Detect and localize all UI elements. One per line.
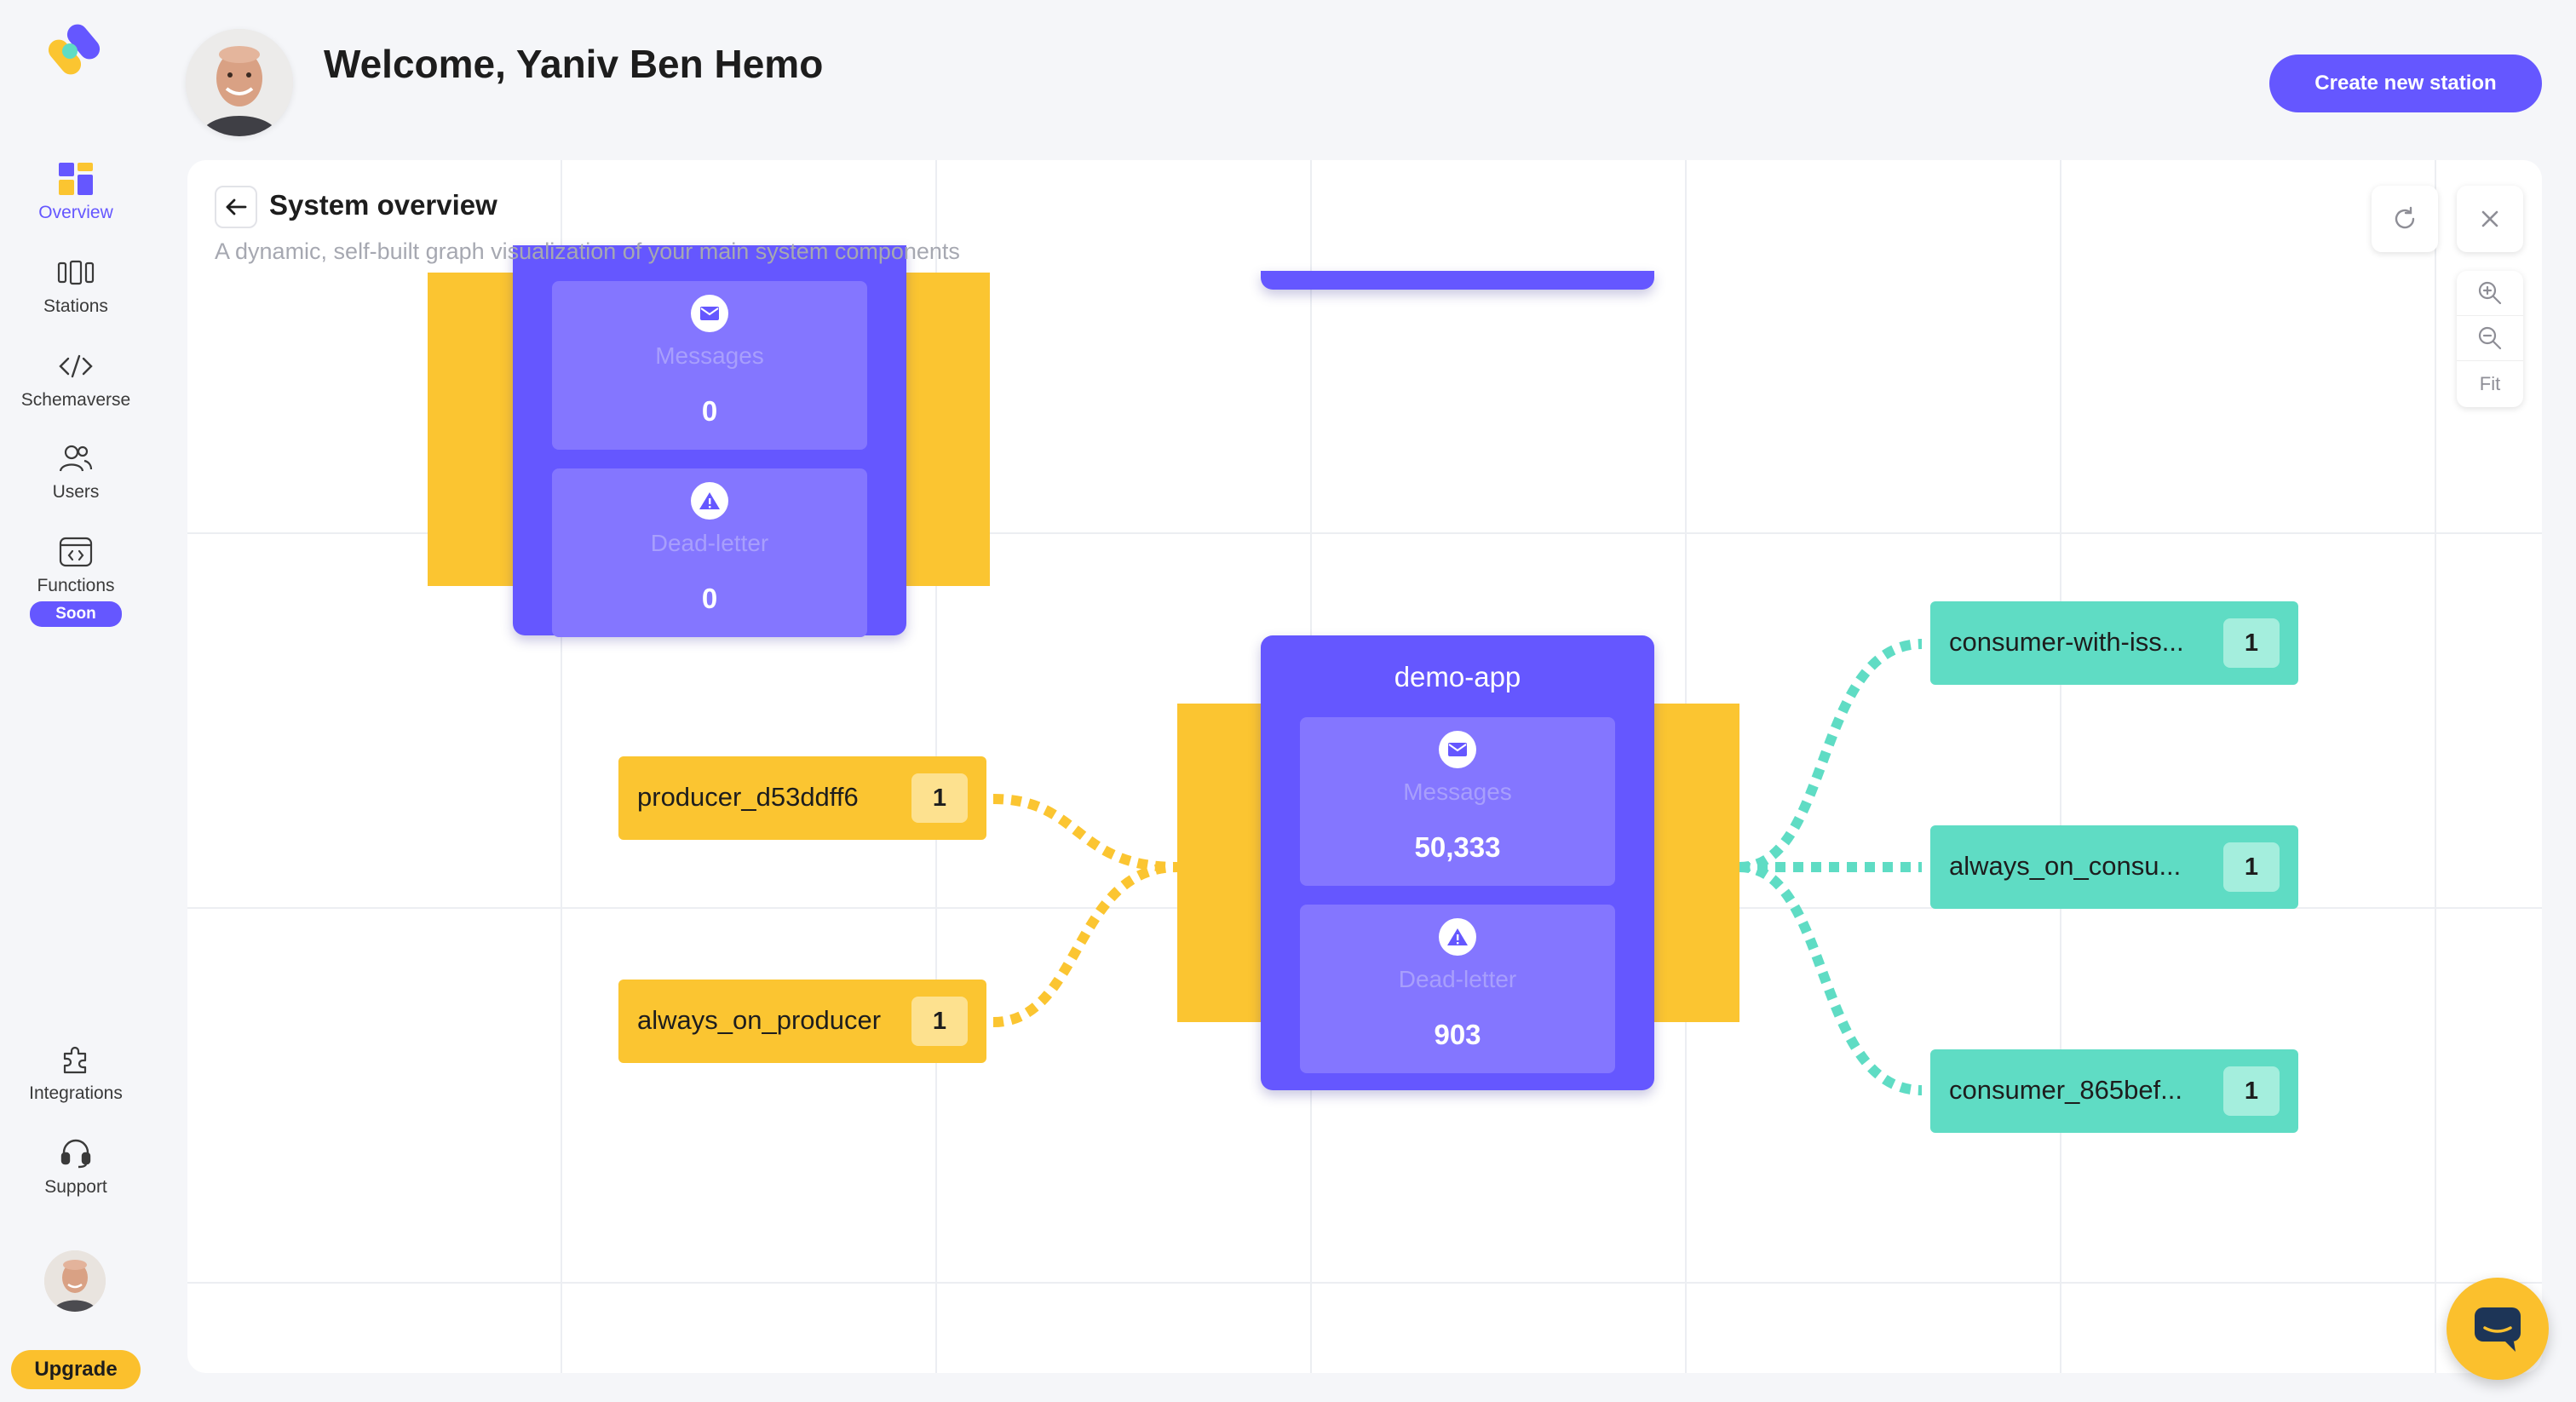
grid-line	[2435, 160, 2436, 1373]
station-node-partial[interactable]	[1261, 271, 1654, 290]
code-icon	[57, 348, 95, 385]
panel-title: System overview	[269, 189, 497, 221]
zoom-in-icon	[2478, 281, 2502, 305]
deadletter-box: Dead-letter 903	[1300, 905, 1615, 1073]
fit-button[interactable]: Fit	[2457, 361, 2523, 406]
envelope-icon	[691, 295, 728, 332]
messages-box: Messages 0	[552, 281, 867, 450]
producer-name: always_on_producer	[637, 1005, 882, 1035]
chat-icon	[2475, 1307, 2521, 1352]
sidebar-item-schemaverse[interactable]: Schemaverse	[0, 348, 152, 411]
producer-name: producer_d53ddff6	[637, 782, 859, 812]
sidebar-item-integrations[interactable]: Integrations	[0, 1041, 152, 1104]
sidebar-item-support[interactable]: Support	[0, 1135, 152, 1198]
deadletter-box: Dead-letter 0	[552, 468, 867, 637]
sidebar-item-label: Integrations	[29, 1083, 123, 1103]
soon-badge: Soon	[30, 601, 122, 627]
close-icon	[2481, 210, 2498, 227]
stations-icon	[57, 254, 95, 291]
zoom-in-button[interactable]	[2457, 271, 2523, 316]
sidebar-item-label: Support	[44, 1177, 107, 1197]
deadletter-value: 903	[1434, 1019, 1481, 1050]
profile-avatar[interactable]	[186, 29, 293, 136]
zoom-controls: Fit	[2457, 271, 2523, 407]
functions-icon	[57, 533, 95, 571]
refresh-icon	[2395, 206, 2415, 229]
envelope-icon	[1439, 731, 1476, 768]
producer-count: 1	[911, 997, 968, 1046]
consumer-name: consumer-with-iss...	[1949, 627, 2184, 657]
chat-button[interactable]	[2447, 1278, 2549, 1380]
sidebar-item-functions[interactable]: Functions Soon	[0, 533, 152, 627]
consumer-count: 1	[2223, 842, 2280, 892]
warning-icon	[1439, 918, 1476, 956]
close-button[interactable]	[2457, 186, 2523, 252]
back-button[interactable]	[215, 186, 257, 228]
consumer-name: consumer_865bef...	[1949, 1075, 2183, 1105]
fit-label: Fit	[2479, 372, 2501, 394]
overview-icon	[57, 160, 95, 198]
messages-value: 0	[701, 395, 718, 427]
consumer-count: 1	[2223, 618, 2280, 668]
zoom-out-icon	[2478, 326, 2502, 350]
system-overview-panel: Messages 0 Dead-letter 0 demo-app Messag…	[187, 160, 2542, 1373]
sidebar-item-users[interactable]: Users	[0, 440, 152, 503]
consumer-node[interactable]: consumer_865bef... 1	[1930, 1049, 2298, 1133]
welcome-title: Welcome, Yaniv Ben Hemo	[324, 42, 824, 86]
user-avatar[interactable]	[44, 1250, 106, 1312]
consumer-name: always_on_consu...	[1949, 851, 2182, 881]
sidebar-item-label: Overview	[38, 203, 113, 222]
upgrade-button[interactable]: Upgrade	[11, 1350, 141, 1389]
panel-subtitle: A dynamic, self-built graph visualizatio…	[215, 238, 960, 264]
arrow-left-icon	[226, 198, 247, 215]
messages-label: Messages	[655, 342, 764, 369]
warning-icon	[691, 482, 728, 520]
consumer-count: 1	[2223, 1066, 2280, 1116]
sidebar-item-label: Users	[52, 482, 100, 502]
sidebar: Overview Stations Schemaverse Users Func…	[0, 0, 152, 1402]
sidebar-item-label: Stations	[43, 296, 108, 316]
sidebar-item-label: Schemaverse	[20, 390, 131, 410]
messages-box: Messages 50,333	[1300, 717, 1615, 886]
refresh-button[interactable]	[2372, 186, 2438, 252]
memphis-logo[interactable]	[39, 22, 112, 82]
consumer-node[interactable]: consumer-with-iss... 1	[1930, 601, 2298, 685]
producer-node[interactable]: producer_d53ddff6 1	[618, 756, 986, 840]
producer-count: 1	[911, 773, 968, 823]
sidebar-item-stations[interactable]: Stations	[0, 254, 152, 317]
messages-value: 50,333	[1414, 831, 1501, 863]
deadletter-value: 0	[701, 583, 718, 614]
deadletter-label: Dead-letter	[650, 530, 769, 556]
grid-line	[2060, 160, 2061, 1373]
station-node[interactable]: Messages 0 Dead-letter 0	[513, 245, 906, 637]
sidebar-item-label: Functions	[37, 576, 115, 595]
puzzle-icon	[57, 1041, 95, 1078]
messages-label: Messages	[1403, 779, 1512, 805]
station-name: demo-app	[1394, 661, 1521, 692]
consumer-node[interactable]: always_on_consu... 1	[1930, 825, 2298, 909]
station-node-demo-app[interactable]: demo-app Messages 50,333 Dead-letter 903	[1261, 635, 1654, 1090]
zoom-out-button[interactable]	[2457, 316, 2523, 361]
create-station-button[interactable]: Create new station	[2269, 55, 2542, 112]
grid-line	[187, 1282, 2542, 1284]
sidebar-item-overview[interactable]: Overview	[0, 160, 152, 223]
users-icon	[57, 440, 95, 477]
deadletter-label: Dead-letter	[1398, 966, 1517, 992]
producer-node[interactable]: always_on_producer 1	[618, 980, 986, 1063]
headset-icon	[57, 1135, 95, 1172]
